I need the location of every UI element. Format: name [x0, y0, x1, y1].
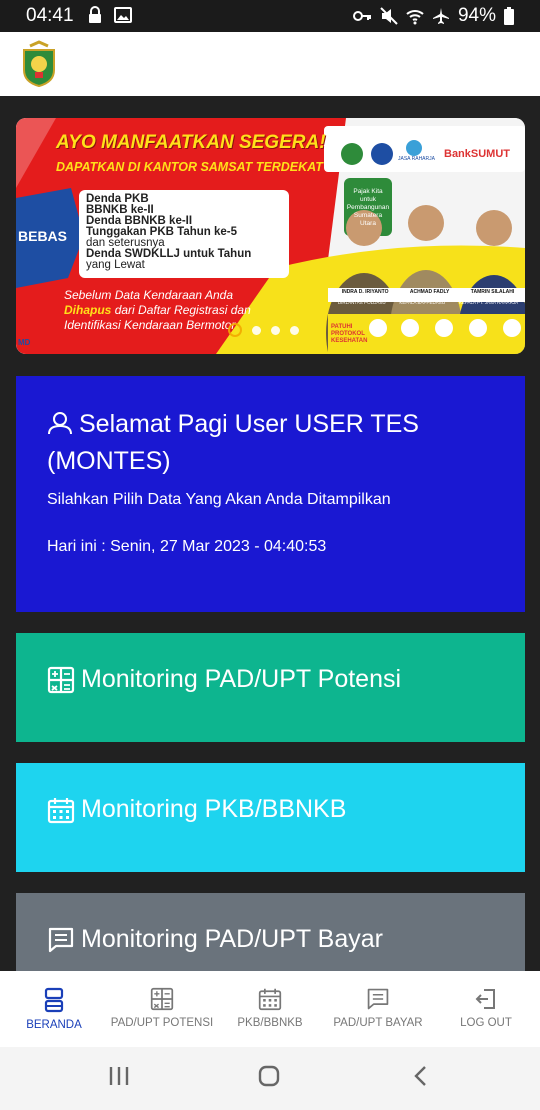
welcome-title: Selamat Pagi User USER TES (MONTES)	[47, 406, 487, 480]
key-icon	[352, 11, 371, 21]
calendar-icon	[258, 988, 282, 1011]
banner-items: Denda PKB BBNKB ke-II Denda BBNKB ke-II …	[86, 193, 252, 271]
system-navigation-bar	[0, 1047, 540, 1110]
banner-corner: MD	[18, 338, 31, 347]
calculator-icon	[150, 987, 174, 1011]
carousel-dot[interactable]	[252, 325, 261, 335]
battery-icon	[504, 7, 514, 25]
carousel-indicator[interactable]	[228, 323, 299, 337]
carousel-dot-active[interactable]	[228, 323, 242, 337]
bottom-navigation: BERANDA PAD/UPT POTENSI PKB/BBNKB PAD/UP…	[0, 971, 540, 1047]
message-icon	[48, 927, 74, 952]
carousel-dot[interactable]	[271, 325, 280, 335]
banner-quote: Pajak Kita untuk Pembangunan Sumatera Ut…	[346, 188, 390, 227]
menu-card-potensi[interactable]: Monitoring PAD/UPT Potensi	[16, 633, 525, 742]
image-icon	[114, 7, 132, 23]
vpn-lock-icon	[89, 6, 101, 23]
message-icon	[367, 988, 389, 1010]
user-icon	[48, 412, 72, 435]
nav-pkb[interactable]: PKB/BBNKB	[216, 971, 324, 1047]
menu-card-bayar[interactable]: Monitoring PAD/UPT Bayar	[16, 893, 525, 983]
nav-beranda[interactable]: BERANDA	[0, 971, 108, 1047]
banner-roles: DIRLANTAS POLDASU KEPALA BAPPEDASU KEPALA …	[337, 300, 519, 305]
nav-beranda-label: BERANDA	[26, 1019, 82, 1031]
menu-bayar-label: Monitoring PAD/UPT Bayar	[81, 925, 383, 953]
banner-people: INDRA D. IRIYANTO ACHMAD FADLY TAMRIN SILA…	[341, 289, 515, 295]
nav-potensi[interactable]: PAD/UPT POTENSI	[108, 971, 216, 1047]
battery-percent: 94%	[457, 5, 496, 26]
current-date: Hari ini : Senin, 27 Mar 2023 - 04:40:53	[47, 538, 327, 555]
greeting-text: Selamat Pagi User USER TES (MONTES)	[47, 410, 419, 475]
bank-logo-text: BankSUMUT	[444, 148, 511, 160]
promo-banner-carousel[interactable]: AYO MANFAATKAN SEGERA! DAPATKAN DI KANTO…	[16, 118, 525, 354]
calculator-icon	[47, 666, 75, 693]
mute-icon	[380, 7, 398, 25]
calendar-icon	[47, 797, 75, 823]
carousel-dot[interactable]	[290, 325, 299, 335]
menu-potensi-label: Monitoring PAD/UPT Potensi	[81, 665, 402, 693]
logout-icon	[475, 989, 495, 1009]
banner-footer-text: Sebelum Data Kendaraan Anda Dihapus dari…	[64, 288, 251, 332]
banner-subheadline: DAPATKAN DI KANTOR SAMSAT TERDEKAT	[56, 160, 323, 174]
nav-logout[interactable]: LOG OUT	[432, 971, 540, 1047]
nav-bayar[interactable]: PAD/UPT BAYAR	[324, 971, 432, 1047]
back-icon[interactable]	[410, 1065, 432, 1087]
home-dashboard-icon	[44, 987, 64, 1013]
app-bar	[0, 32, 540, 96]
nav-logout-label: LOG OUT	[460, 1017, 512, 1029]
home-icon[interactable]	[258, 1065, 280, 1087]
airplane-icon	[432, 8, 449, 24]
status-bar: 04:41 94%	[0, 0, 540, 32]
protokol-text: PATUHI PROTOKOL KESEHATAN	[331, 324, 368, 344]
recent-apps-icon[interactable]	[108, 1065, 130, 1087]
nav-potensi-label: PAD/UPT POTENSI	[110, 1017, 214, 1029]
menu-card-pkb[interactable]: Monitoring PKB/BBNKB	[16, 763, 525, 872]
welcome-subtitle: Silahkan Pilih Data Yang Akan Anda Ditam…	[47, 491, 391, 508]
welcome-card: Selamat Pagi User USER TES (MONTES) Sila…	[16, 376, 525, 612]
jasa-raharja-text: JASA RAHARJA	[398, 156, 435, 162]
nav-bayar-label: PAD/UPT BAYAR	[333, 1017, 423, 1029]
nav-pkb-label: PKB/BBNKB	[237, 1017, 303, 1029]
clock: 04:41	[26, 5, 74, 26]
wifi-icon	[406, 10, 424, 25]
banner-headline: AYO MANFAATKAN SEGERA!	[56, 132, 326, 153]
province-emblem-logo	[23, 40, 55, 88]
banner-bebas: BEBAS	[18, 228, 68, 244]
menu-pkb-label: Monitoring PKB/BBNKB	[81, 795, 347, 823]
